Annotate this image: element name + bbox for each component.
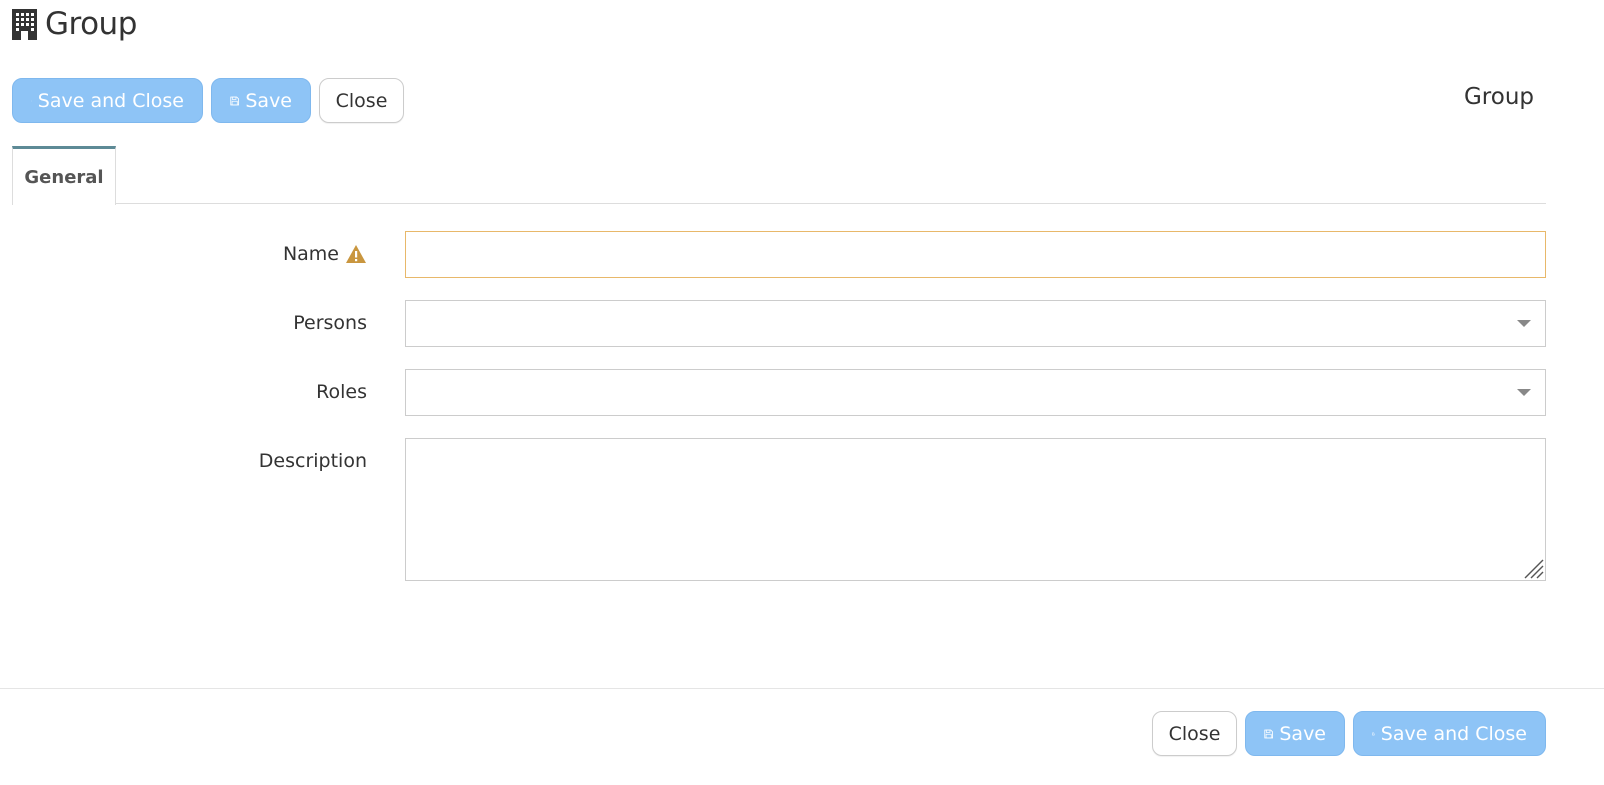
floppy-disk-icon	[31, 100, 32, 101]
persons-row: Persons	[0, 300, 1604, 348]
description-textarea[interactable]	[405, 438, 1546, 581]
tab-bar: General	[12, 146, 1546, 205]
floppy-disk-icon	[230, 96, 239, 105]
footer-divider	[0, 688, 1604, 689]
save-and-close-button-bottom[interactable]: Save and Close	[1353, 711, 1546, 756]
close-label: Close	[1168, 722, 1221, 745]
save-and-close-label: Save and Close	[1380, 722, 1527, 745]
save-and-close-button-top[interactable]: Save and Close	[12, 78, 203, 123]
description-row: Description	[0, 438, 1604, 581]
close-label: Close	[335, 89, 388, 112]
bottom-toolbar: Close Save Save and Close	[1152, 711, 1546, 756]
page-title: Group	[45, 6, 137, 42]
building-icon	[12, 8, 37, 40]
tab-general[interactable]: General	[12, 146, 116, 205]
persons-select[interactable]	[405, 300, 1546, 347]
save-button-bottom[interactable]: Save	[1245, 711, 1345, 756]
chevron-down-icon[interactable]	[1517, 389, 1531, 396]
save-label: Save	[1279, 722, 1326, 745]
floppy-disk-icon	[1372, 732, 1375, 735]
save-label: Save	[245, 89, 292, 112]
floppy-disk-icon	[1264, 729, 1273, 738]
close-button-bottom[interactable]: Close	[1152, 711, 1237, 756]
name-input[interactable]	[405, 231, 1546, 278]
group-form-page: Group Save and Close Save Close Group Ge…	[0, 0, 1604, 785]
roles-select[interactable]	[405, 369, 1546, 416]
title-bar: Group	[12, 4, 137, 44]
save-and-close-label: Save and Close	[37, 89, 184, 112]
tab-general-label: General	[24, 166, 104, 188]
name-row: Name	[0, 231, 1604, 279]
name-label-group: Name	[283, 243, 367, 265]
roles-label-group: Roles	[316, 381, 367, 403]
roles-label: Roles	[316, 381, 367, 403]
top-toolbar: Save and Close Save Close	[12, 78, 404, 123]
form-type-label: Group	[1463, 84, 1534, 110]
description-label-group: Description	[259, 450, 367, 472]
close-button-top[interactable]: Close	[319, 78, 404, 123]
description-label: Description	[258, 450, 367, 472]
resize-handle-icon[interactable]	[1522, 557, 1544, 579]
name-label: Name	[282, 243, 339, 265]
persons-label: Persons	[293, 312, 367, 334]
save-button-top[interactable]: Save	[211, 78, 311, 123]
chevron-down-icon[interactable]	[1517, 320, 1531, 327]
roles-row: Roles	[0, 369, 1604, 417]
warning-icon	[346, 245, 366, 263]
persons-label-group: Persons	[293, 312, 367, 334]
